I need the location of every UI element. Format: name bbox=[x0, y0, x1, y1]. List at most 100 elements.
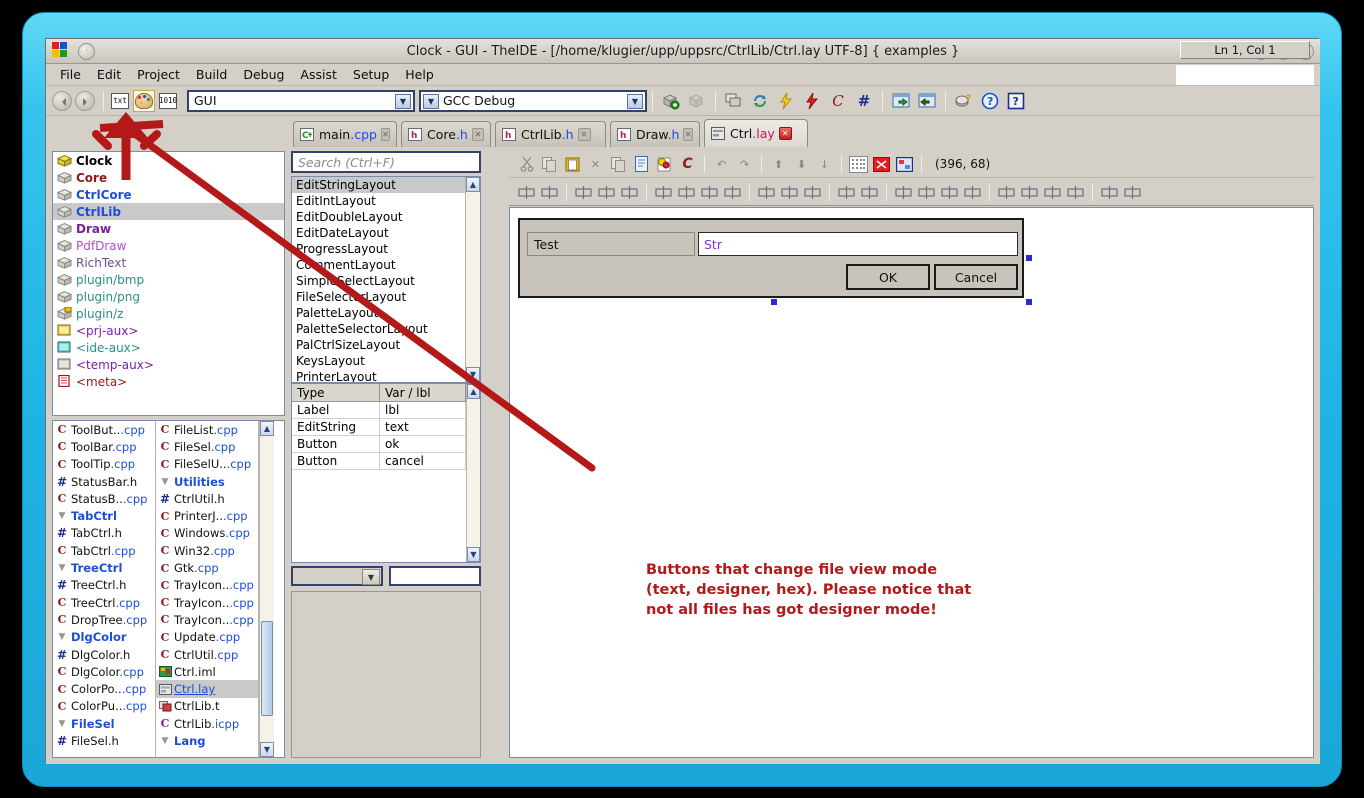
layout-item[interactable]: PalCtrlSizeLayout bbox=[292, 337, 465, 353]
table-row[interactable]: EditStringtext bbox=[292, 419, 466, 436]
grow-left-icon[interactable] bbox=[894, 183, 913, 202]
chevron-down-icon[interactable]: ▼ bbox=[395, 94, 411, 109]
item-value-input[interactable] bbox=[389, 566, 481, 586]
label-icon[interactable] bbox=[723, 183, 742, 202]
layout-item[interactable]: PaletteLayout bbox=[292, 305, 465, 321]
file-item[interactable]: CWindows.cpp bbox=[156, 525, 258, 542]
item-type-combo[interactable]: ▼ bbox=[291, 566, 383, 586]
package-item-temp-aux[interactable]: <temp-aux> bbox=[53, 356, 284, 373]
align-right-icon[interactable] bbox=[620, 183, 639, 202]
scroll-up-icon[interactable]: ▲ bbox=[260, 421, 274, 436]
file-item[interactable]: CTrayIcon...cpp bbox=[156, 611, 258, 628]
file-item[interactable]: CColorPu...cpp bbox=[53, 698, 155, 715]
undo-icon[interactable]: ↶ bbox=[712, 155, 731, 174]
file-item[interactable]: #TreeCtrl.h bbox=[53, 577, 155, 594]
iml-icon[interactable] bbox=[655, 155, 674, 174]
file-item[interactable]: CCtrlLib.icpp bbox=[156, 715, 258, 732]
file-item[interactable]: CFileSel.cpp bbox=[156, 438, 258, 455]
table-row[interactable]: Buttoncancel bbox=[292, 453, 466, 470]
move-down-icon[interactable]: ⬇ bbox=[792, 155, 811, 174]
search-input[interactable]: Search (Ctrl+F) bbox=[291, 151, 481, 173]
menu-item-project[interactable]: Project bbox=[129, 65, 188, 84]
package-item-meta[interactable]: <meta> bbox=[53, 373, 284, 390]
file-item[interactable]: CDropTree.cpp bbox=[53, 611, 155, 628]
file-item[interactable]: #TabCtrl.h bbox=[53, 525, 155, 542]
align-center-icon[interactable] bbox=[597, 183, 616, 202]
grid-icon[interactable] bbox=[849, 155, 868, 174]
table-row[interactable]: Buttonok bbox=[292, 436, 466, 453]
layout-item[interactable]: EditStringLayout bbox=[292, 177, 465, 193]
same-width-icon[interactable] bbox=[757, 183, 776, 202]
grow-right-icon[interactable] bbox=[917, 183, 936, 202]
package-item-plugin-png[interactable]: plugin/png bbox=[53, 288, 284, 305]
rebuild-icon[interactable] bbox=[749, 90, 771, 112]
align-middle-icon[interactable] bbox=[677, 183, 696, 202]
chevron-down-icon[interactable]: ▼ bbox=[627, 94, 643, 109]
hex-view-button[interactable]: 1010 bbox=[157, 90, 179, 112]
add-package-icon[interactable] bbox=[660, 90, 682, 112]
close-icon[interactable]: ✕ bbox=[472, 128, 484, 141]
package-tree[interactable]: ClockCoreCtrlCoreCtrlLibDrawPdfDrawRichT… bbox=[52, 151, 285, 416]
scroll-up-icon[interactable]: ▲ bbox=[466, 177, 480, 192]
spread-v-icon[interactable] bbox=[860, 183, 879, 202]
file-item[interactable]: CToolBar.cpp bbox=[53, 438, 155, 455]
file-item[interactable]: CToolBut...cpp bbox=[53, 421, 155, 438]
copy-icon[interactable] bbox=[540, 155, 559, 174]
window-menu-icon[interactable]: · bbox=[78, 43, 95, 60]
layout-group-icon[interactable] bbox=[1100, 183, 1119, 202]
menu-item-build[interactable]: Build bbox=[188, 65, 235, 84]
menu-item-assist[interactable]: Assist bbox=[292, 65, 344, 84]
stop-icon[interactable] bbox=[872, 155, 891, 174]
layout-item[interactable]: CommentLayout bbox=[292, 257, 465, 273]
table-row[interactable]: Labellbl bbox=[292, 402, 466, 419]
redo-icon[interactable]: ↷ bbox=[735, 155, 754, 174]
file-item[interactable]: ▼TabCtrl bbox=[53, 507, 155, 524]
spread-h-icon[interactable] bbox=[837, 183, 856, 202]
dialog-ok-button[interactable]: OK bbox=[846, 264, 930, 290]
scroll-down-icon[interactable]: ▼ bbox=[466, 367, 480, 382]
layout-item[interactable]: EditDateLayout bbox=[292, 225, 465, 241]
file-item[interactable]: CPrinterJ...cpp bbox=[156, 507, 258, 524]
file-item[interactable]: CTrayIcon...cpp bbox=[156, 577, 258, 594]
menu-item-edit[interactable]: Edit bbox=[89, 65, 129, 84]
package-item-plugin-z[interactable]: plugin/z bbox=[53, 305, 284, 322]
menu-item-debug[interactable]: Debug bbox=[235, 65, 292, 84]
layout-item-table[interactable]: TypeVar / lblLabellblEditStringtextButto… bbox=[291, 383, 481, 563]
file-item[interactable]: CColorPo...cpp bbox=[53, 680, 155, 697]
package-item-prj-aux[interactable]: <prj-aux> bbox=[53, 322, 284, 339]
package-icon[interactable] bbox=[686, 90, 708, 112]
scroll-up-icon[interactable]: ▲ bbox=[467, 384, 480, 399]
scrollbar-thumb[interactable] bbox=[261, 621, 273, 716]
file-item[interactable]: #StatusBar.h bbox=[53, 473, 155, 490]
chevron-down-left-icon[interactable]: ▼ bbox=[423, 94, 439, 109]
file-item[interactable]: CCtrlUtil.cpp bbox=[156, 646, 258, 663]
layout-item[interactable]: PaletteSelectorLayout bbox=[292, 321, 465, 337]
menu-item-help[interactable]: Help bbox=[397, 65, 442, 84]
same-size-icon[interactable] bbox=[803, 183, 822, 202]
editor-tab-core[interactable]: hCore.h✕ bbox=[401, 121, 491, 147]
file-item[interactable]: Ctrl.iml bbox=[156, 663, 258, 680]
file-list-right-column[interactable]: CFileList.cppCFileSel.cppCFileSelU...cpp… bbox=[156, 421, 259, 757]
grow-bottom-icon[interactable] bbox=[1020, 183, 1039, 202]
file-item[interactable]: #DlgColor.h bbox=[53, 646, 155, 663]
file-list-scrollbar[interactable]: ▲ ▼ bbox=[259, 421, 274, 757]
file-item[interactable]: #FileSel.h bbox=[53, 732, 155, 749]
cpp-icon[interactable]: C bbox=[678, 155, 697, 174]
resize-handle-bottom[interactable] bbox=[771, 299, 777, 305]
forward-arrow-icon[interactable] bbox=[75, 91, 95, 111]
resize-handle-corner[interactable] bbox=[1026, 299, 1032, 305]
layout-list[interactable]: EditStringLayoutEditIntLayoutEditDoubleL… bbox=[291, 176, 481, 383]
layout-list-scrollbar[interactable]: ▲ ▼ bbox=[465, 177, 480, 382]
expand-h-icon[interactable] bbox=[963, 183, 982, 202]
layout-item[interactable]: KeysLayout bbox=[292, 353, 465, 369]
align-v-center-icon[interactable] bbox=[540, 183, 559, 202]
file-item[interactable]: ▼FileSel bbox=[53, 715, 155, 732]
execute-icon[interactable] bbox=[801, 90, 823, 112]
paste-icon[interactable] bbox=[563, 155, 582, 174]
file-item[interactable]: CFileSelU...cpp bbox=[156, 456, 258, 473]
file-item[interactable]: ▼Utilities bbox=[156, 473, 258, 490]
text-view-button[interactable]: txt bbox=[109, 90, 131, 112]
editor-tab-ctrl[interactable]: Ctrl.lay✕ bbox=[704, 119, 808, 147]
file-item[interactable]: CGtk.cpp bbox=[156, 559, 258, 576]
file-item[interactable]: CFileList.cpp bbox=[156, 421, 258, 438]
